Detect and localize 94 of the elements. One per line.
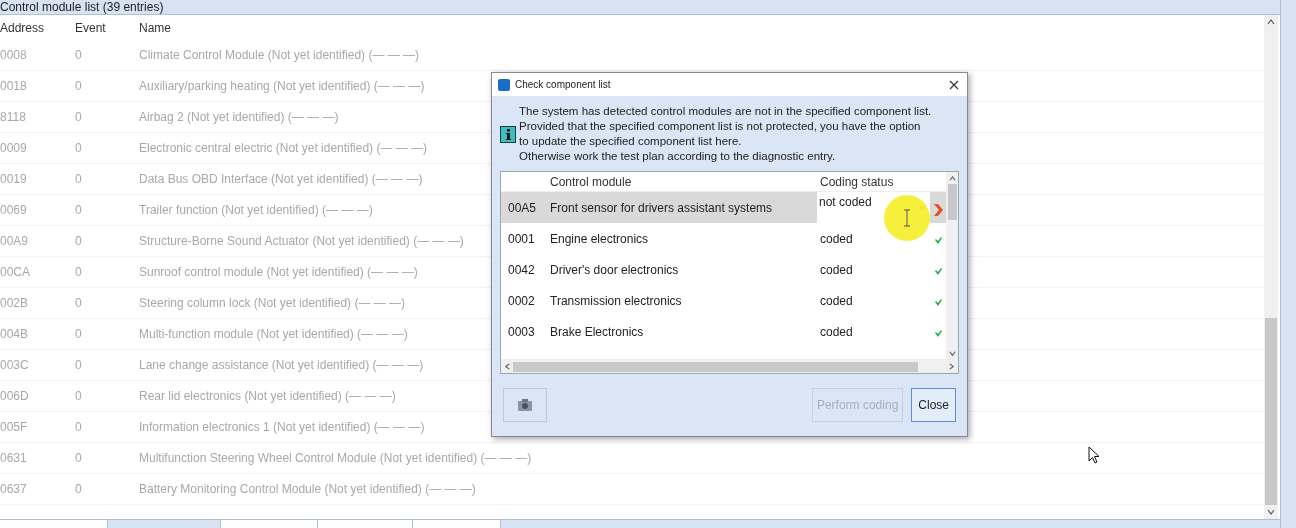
scrollbar-thumb[interactable] — [947, 184, 957, 220]
scrollbar-thumb[interactable] — [513, 361, 918, 372]
table-cell-text: 005F — [0, 419, 29, 436]
table-cell-text: 0 — [75, 171, 83, 188]
horizontal-scrollbar[interactable] — [501, 359, 958, 373]
table-cell-text: 0631 — [0, 450, 28, 467]
table-cell-text: 0 — [75, 326, 83, 343]
table-cell-text: 0 — [75, 78, 83, 95]
table-cell-text: Structure-Borne Sound Actuator (Not yet identified) (— — —) — [139, 233, 464, 250]
table-cell-text: 0018 — [0, 78, 28, 95]
table-cell-text: 0069 — [0, 202, 28, 219]
chevron-up-icon[interactable] — [1267, 18, 1275, 26]
table-cell-text: Sunroof control module (Not yet identified) (— — —) — [139, 264, 418, 281]
table-cell-text: 00A9 — [0, 233, 30, 250]
table-cell-text: 003C — [0, 357, 30, 374]
table-cell-text: Driver's door electronics — [550, 261, 680, 279]
chevron-left-icon[interactable] — [504, 363, 511, 370]
table-row[interactable]: 0042 Driver's door electronics coded — [501, 254, 946, 285]
camera-button[interactable] — [503, 388, 547, 422]
table-cell-text: Front sensor for drivers assistant systems — [550, 199, 774, 217]
table-cell-text: Battery Monitoring Control Module (Not yet identified) (— — —) — [139, 481, 476, 498]
dialog-button[interactable]: Close — [911, 388, 956, 422]
table-cell-text: Data Bus OBD Interface (Not yet identified) (— — —) — [139, 171, 423, 188]
table-cell-text: Electronic central electric (Not yet identified) (— — —) — [139, 140, 428, 157]
info-icon — [500, 125, 516, 143]
table-cell-text: 0008 — [0, 47, 28, 64]
table-cell-text: coded — [819, 292, 854, 310]
table-cell-text: 00A5 — [507, 199, 538, 217]
table-cell-text: 0 — [75, 419, 83, 436]
table-cell-text: 0 — [75, 295, 83, 312]
table-cell-text: 0637 — [0, 481, 28, 498]
table-cell-text: 0 — [75, 264, 83, 281]
table-cell-text: coded — [819, 261, 854, 279]
table-cell-text: Brake Electronics — [550, 323, 645, 341]
table-cell-text: Airbag 2 (Not yet identified) (— — —) — [139, 109, 339, 126]
table-cell-text: Multifunction Steering Wheel Control Module (Not yet identified) (— — —) — [139, 450, 532, 467]
table-row[interactable]: 0631 0 Multifunction Steering Wheel Control Module (Not yet identified) (— — —) — [0, 443, 1264, 474]
table-cell-text: 0 — [75, 47, 83, 64]
vertical-scrollbar[interactable] — [1264, 15, 1278, 519]
chevron-down-icon[interactable] — [948, 349, 956, 357]
table-cell-text: 0042 — [507, 261, 536, 279]
table-cell-text: 0019 — [0, 171, 28, 188]
panel-title-bar: Control module list (39 entries) — [0, 0, 1280, 15]
table-cell-text: 0 — [75, 481, 83, 498]
table-cell-text: Auxiliary/parking heating (Not yet identified) (— — —) — [139, 78, 425, 95]
table-cell-text: 004B — [0, 326, 30, 343]
table-cell-text: Lane change assistance (Not yet identified) (— — —) — [139, 357, 424, 374]
table-cell-text: Climate Control Module (Not yet identified) (— — —) — [139, 47, 420, 64]
table-row[interactable]: 0008 0 Climate Control Module (Not yet identified) (— — —) — [0, 40, 1264, 71]
chevron-right-icon[interactable] — [948, 363, 955, 370]
table-cell-text: Information electronics 1 (Not yet identified) (— — —) — [139, 419, 425, 436]
table-cell-text: 00CA — [0, 264, 32, 281]
table-row[interactable]: 0637 0 Battery Monitoring Control Module (Not yet identified) (— — —) — [0, 474, 1264, 505]
table-cell-text: 0001 — [507, 230, 536, 248]
app-icon — [498, 78, 510, 91]
table-cell-text: Engine electronics — [550, 230, 650, 248]
table-row[interactable]: 0001 Engine electronics coded — [501, 223, 946, 254]
table-cell-text: 0 — [75, 109, 83, 126]
table-cell-text: coded — [819, 230, 854, 248]
dialog-title: Check component list — [515, 78, 612, 92]
table-cell-text: 0003 — [507, 323, 536, 341]
chevron-down-icon[interactable] — [1267, 508, 1275, 516]
table-cell-text: 8118 — [0, 109, 27, 126]
column-header: Control module — [550, 174, 633, 191]
table-cell-text: Steering column lock (Not yet identified) (— — —) — [139, 295, 406, 312]
info-message: The system has detected control modules are not in the specified component list. Provided that the specified component list is not protected, you have the option to update the specified component list here. Otherwise work the test plan according to the diagnostic entry. — [519, 104, 932, 164]
table-cell-text: 0 — [75, 140, 83, 157]
column-header: Address — [0, 19, 46, 37]
table-cell-text: 002B — [0, 295, 30, 312]
scrollbar-thumb[interactable] — [1265, 318, 1277, 505]
mouse-pointer-icon — [1088, 446, 1100, 464]
column-header: Name — [139, 19, 171, 37]
table-cell-text: 0 — [75, 450, 83, 467]
table-cell-text: 006D — [0, 388, 30, 405]
table-row[interactable]: 0003 Brake Electronics coded — [501, 316, 946, 347]
table-cell-text: 0002 — [507, 292, 536, 310]
cursor-highlight — [884, 195, 930, 241]
table-cell-text: Multi-function module (Not yet identified) (— — —) — [139, 326, 408, 343]
table-row[interactable]: 0002 Transmission electronics coded — [501, 285, 946, 316]
table-cell-text: Transmission electronics — [550, 292, 683, 310]
column-header: Coding status — [820, 174, 894, 191]
table-row[interactable]: 00A5 Front sensor for drivers assistant systems not coded — [501, 192, 946, 223]
table-cell-text: 0 — [75, 357, 83, 374]
table-cell-text: 0009 — [0, 140, 28, 157]
table-cell-text: 0 — [75, 202, 83, 219]
table-cell-text: 0 — [75, 388, 83, 405]
table-cell-text: Trailer function (Not yet identified) (— — —) — [139, 202, 373, 219]
column-header: Event — [75, 19, 107, 37]
camera-icon — [517, 398, 533, 412]
vertical-scrollbar[interactable] — [946, 172, 958, 359]
table-cell-text: 0 — [75, 233, 83, 250]
chevron-up-icon[interactable] — [948, 174, 956, 182]
table-cell-text: coded — [819, 323, 854, 341]
table-cell-text: Rear lid electronics (Not yet identified) (— — —) — [139, 388, 396, 405]
